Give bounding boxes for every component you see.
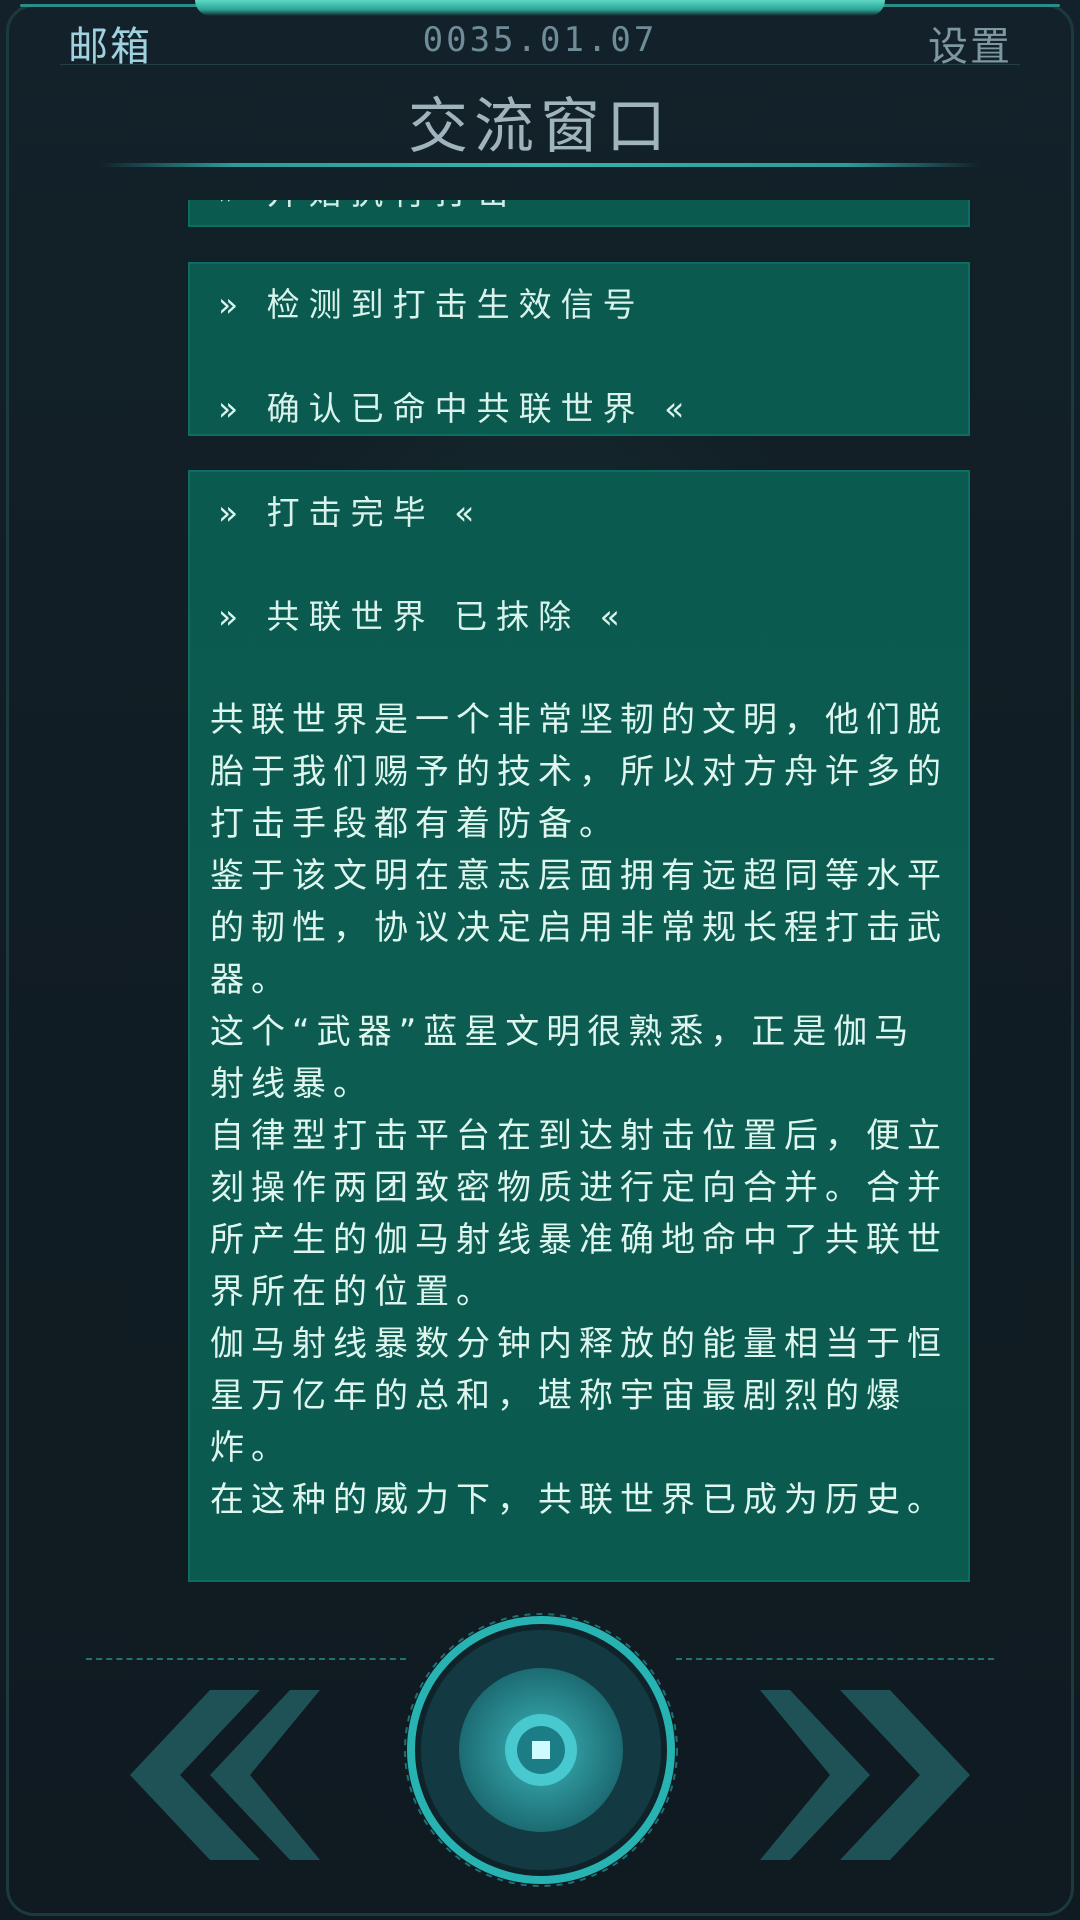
message-line: » 共联世界 已抹除 « bbox=[218, 597, 629, 636]
top-glow-bar bbox=[195, 0, 885, 16]
message-paragraph: 在这种的威力下，共联世界已成为历史。 bbox=[210, 1480, 948, 1520]
message-feed[interactable]: » 开始执行打击 » 检测到打击生效信号 » 确认已命中共联世界 « » 打击完… bbox=[0, 200, 1080, 1590]
header-divider bbox=[60, 64, 1020, 65]
message-paragraph: 共联世界是一个非常坚韧的文明，他们脱胎于我们赐予的技术，所以对方舟许多的打击手段… bbox=[210, 700, 948, 844]
game-screen: 邮箱 0035.01.07 设置 交流窗口 » 开始执行打击 » 检测到打击生效… bbox=[0, 0, 1080, 1920]
title-underline bbox=[100, 163, 980, 167]
double-chevron-right-icon bbox=[760, 1690, 970, 1860]
page-title: 交流窗口 bbox=[408, 92, 672, 162]
game-date: 0035.01.07 bbox=[422, 20, 658, 60]
message-paragraph: 自律型打击平台在到达射击位置后，便立刻操作两团致密物质进行定向合并。合并所产生的… bbox=[210, 1116, 948, 1312]
message-paragraph: 伽马射线暴数分钟内释放的能量相当于恒星万亿年的总和，堪称宇宙最剧烈的爆炸。 bbox=[210, 1324, 948, 1468]
message-card: » 检测到打击生效信号 » 确认已命中共联世界 « bbox=[188, 262, 970, 436]
message-line: » 开始执行打击 bbox=[218, 200, 519, 214]
next-button[interactable] bbox=[760, 1690, 980, 1860]
control-dash-right bbox=[676, 1658, 994, 1660]
message-line: » 确认已命中共联世界 « bbox=[218, 389, 694, 428]
settings-button[interactable]: 设置 bbox=[928, 14, 1012, 72]
double-chevron-left-icon bbox=[130, 1690, 320, 1860]
control-dash-left bbox=[86, 1658, 406, 1660]
stop-square-icon bbox=[532, 1741, 550, 1759]
message-paragraph: 这个“武器”蓝星文明很熟悉，正是伽马射线暴。 bbox=[210, 1012, 916, 1104]
message-paragraph: 鉴于该文明在意志层面拥有远超同等水平的韧性，协议决定启用非常规长程打击武器。 bbox=[210, 856, 948, 1000]
message-card: » 开始执行打击 bbox=[188, 200, 970, 227]
message-line: » 打击完毕 « bbox=[218, 493, 484, 532]
center-action-button[interactable] bbox=[403, 1612, 679, 1888]
message-line: » 检测到打击生效信号 bbox=[218, 285, 645, 324]
prev-button[interactable] bbox=[100, 1690, 320, 1860]
message-card: » 打击完毕 « » 共联世界 已抹除 « 共联世界是一个非常坚韧的文明，他们脱… bbox=[188, 470, 970, 1582]
message-body: 共联世界是一个非常坚韧的文明，他们脱胎于我们赐予的技术，所以对方舟许多的打击手段… bbox=[210, 694, 956, 1526]
